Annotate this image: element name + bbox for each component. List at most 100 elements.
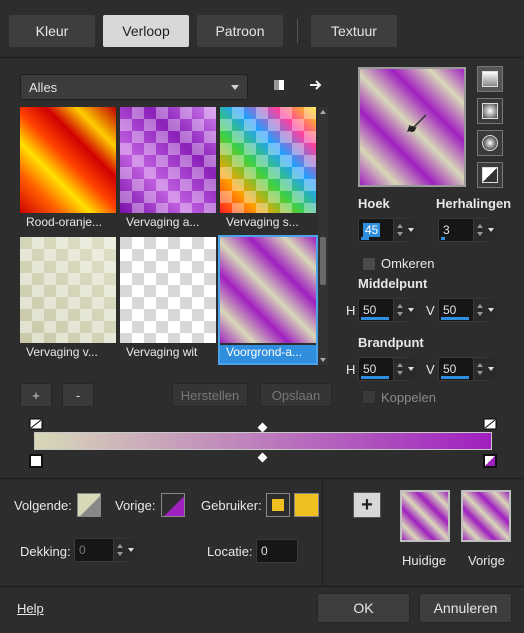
focal-h-label: H xyxy=(346,362,356,377)
tab-patroon[interactable]: Patroon xyxy=(197,15,283,47)
gradient-style-sunburst-button[interactable] xyxy=(477,162,503,188)
gradient-swatch xyxy=(20,107,116,213)
previous-gradient-thumbnail[interactable] xyxy=(461,490,511,542)
prev-color-swatch[interactable] xyxy=(161,493,185,517)
midpoint-label: Middelpunt xyxy=(358,276,428,291)
invert-label: Omkeren xyxy=(381,256,435,271)
tab-bar: Kleur Verloop Patroon Textuur xyxy=(0,0,524,58)
gradient-swatch xyxy=(120,237,216,343)
location-value: 0 xyxy=(261,544,268,558)
previous-label: Vorige xyxy=(468,553,505,568)
remove-gradient-button[interactable]: - xyxy=(62,383,94,407)
focal-v-input[interactable]: 50 xyxy=(438,357,497,381)
midpoint-v-value: 50 xyxy=(443,303,457,317)
user-color-swatch[interactable] xyxy=(294,493,319,517)
color-stop-left[interactable] xyxy=(29,454,43,468)
focal-h-input[interactable]: 50 xyxy=(358,357,417,381)
gradient-tile-vervaging-s[interactable]: Vervaging s... xyxy=(220,107,316,233)
gradient-swatch xyxy=(20,237,116,343)
opacity-midpoint-handle[interactable] xyxy=(257,422,268,433)
gradient-library-grid: Rood-oranje... Vervaging a... Vervaging … xyxy=(20,107,318,365)
midpoint-h-label: H xyxy=(346,303,356,318)
angle-value: 45 xyxy=(363,223,381,237)
gradient-tile-vervaging-v[interactable]: Vervaging v... xyxy=(20,237,116,363)
user-color-fill xyxy=(272,499,284,511)
midpoint-h-dropdown-icon[interactable] xyxy=(405,299,417,321)
opacity-stop-left[interactable] xyxy=(29,418,43,430)
gradient-label: Vervaging s... xyxy=(226,215,299,229)
midpoint-v-stepper[interactable] xyxy=(473,299,485,321)
cancel-button[interactable]: Annuleren xyxy=(419,593,512,623)
midpoint-v-level xyxy=(441,317,469,320)
link-label: Koppelen xyxy=(381,390,436,405)
gradient-filter-dropdown[interactable]: Alles xyxy=(20,74,248,100)
repeats-input[interactable]: 3 xyxy=(438,218,497,242)
gradient-tile-vervaging-a[interactable]: Vervaging a... xyxy=(120,107,216,233)
chevron-down-icon xyxy=(231,85,239,90)
midpoint-h-input[interactable]: 50 xyxy=(358,298,417,322)
gradient-label: Vervaging wit xyxy=(126,345,198,359)
gradient-tile-voorgrond-a[interactable]: Voorgrond-a... xyxy=(218,235,318,365)
focal-h-dropdown-icon[interactable] xyxy=(405,358,417,380)
color-midpoint-handle[interactable] xyxy=(257,452,268,463)
opacity-label: Dekking: xyxy=(20,544,71,559)
gradient-style-linear-button[interactable] xyxy=(477,66,503,92)
gradient-tile-rood-oranje[interactable]: Rood-oranje... xyxy=(20,107,116,233)
gradient-label: Vervaging a... xyxy=(126,215,200,229)
reset-button[interactable]: Herstellen xyxy=(172,383,248,407)
midpoint-v-input[interactable]: 50 xyxy=(438,298,497,322)
gradient-style-radial-button[interactable] xyxy=(477,130,503,156)
gradient-label: Voorgrond-a... xyxy=(220,345,316,363)
gradient-tile-vervaging-wit[interactable]: Vervaging wit xyxy=(120,237,216,363)
angle-stepper[interactable] xyxy=(393,219,405,241)
focal-v-value: 50 xyxy=(443,362,457,376)
midpoint-h-stepper[interactable] xyxy=(393,299,405,321)
next-color-swatch[interactable] xyxy=(77,493,101,517)
focal-v-label: V xyxy=(426,362,435,377)
link-checkbox[interactable] xyxy=(362,390,376,404)
gradient-editor-bar[interactable] xyxy=(34,432,492,450)
user-color-label: Gebruiker: xyxy=(201,498,262,513)
ok-button[interactable]: OK xyxy=(317,593,410,623)
focal-v-dropdown-icon[interactable] xyxy=(485,358,497,380)
invert-checkbox[interactable] xyxy=(362,257,376,271)
arrow-right-icon[interactable] xyxy=(305,74,327,96)
help-link[interactable]: Help xyxy=(17,601,44,616)
gradient-swatch xyxy=(220,237,316,343)
color-stop-right[interactable] xyxy=(483,454,497,468)
midpoint-v-dropdown-icon[interactable] xyxy=(485,299,497,321)
panel-separator xyxy=(322,478,323,586)
tab-textuur[interactable]: Textuur xyxy=(311,15,397,47)
add-gradient-button[interactable]: + xyxy=(20,383,52,407)
new-gradient-icon[interactable] xyxy=(268,74,290,96)
save-button[interactable]: Opslaan xyxy=(260,383,332,407)
location-label: Locatie: xyxy=(207,544,253,559)
opacity-stop-right[interactable] xyxy=(483,418,497,430)
library-scrollbar[interactable] xyxy=(318,107,328,365)
scroll-up-icon[interactable] xyxy=(320,110,326,114)
location-input[interactable]: 0 xyxy=(256,539,298,563)
gradient-preview[interactable] xyxy=(358,67,466,187)
opacity-dropdown-icon[interactable] xyxy=(125,539,137,561)
tab-verloop[interactable]: Verloop xyxy=(103,15,189,47)
opacity-stepper[interactable] xyxy=(113,539,125,561)
repeats-stepper[interactable] xyxy=(473,219,485,241)
scroll-down-icon[interactable] xyxy=(320,358,326,362)
midpoint-h-value: 50 xyxy=(363,303,377,317)
scroll-thumb[interactable] xyxy=(320,237,326,285)
prev-color-label: Vorige: xyxy=(115,498,156,513)
user-color-swatch-small[interactable] xyxy=(266,493,290,517)
angle-handle-icon[interactable] xyxy=(404,107,434,137)
opacity-value: 0 xyxy=(79,543,86,557)
gradient-style-rectangular-button[interactable] xyxy=(477,98,503,124)
focal-h-stepper[interactable] xyxy=(393,358,405,380)
add-to-library-button[interactable]: + xyxy=(353,492,381,518)
current-gradient-thumbnail[interactable] xyxy=(400,490,450,542)
repeats-dropdown-icon[interactable] xyxy=(485,219,497,241)
focal-v-stepper[interactable] xyxy=(473,358,485,380)
angle-input[interactable]: 45 xyxy=(358,218,417,242)
next-color-label: Volgende: xyxy=(14,498,72,513)
angle-dropdown-icon[interactable] xyxy=(405,219,417,241)
opacity-input[interactable]: 0 xyxy=(74,538,137,562)
tab-kleur[interactable]: Kleur xyxy=(9,15,95,47)
